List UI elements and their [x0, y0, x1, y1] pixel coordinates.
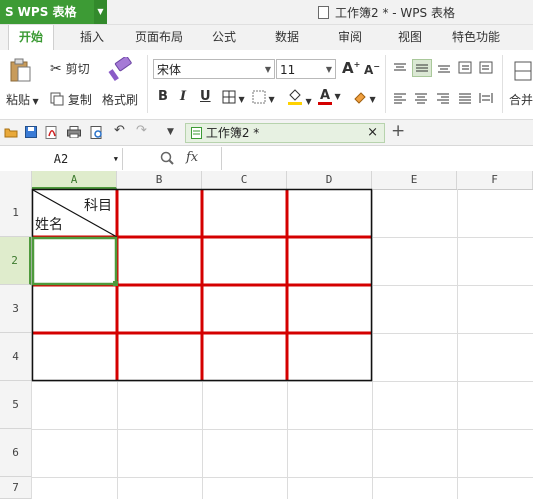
bordered-table	[31, 188, 373, 382]
active-cell-a2[interactable]	[31, 236, 118, 286]
cell-a1-name: 姓名	[35, 217, 63, 233]
fill-handle[interactable]	[113, 281, 118, 286]
cell-a1-subject: 科目	[84, 198, 112, 214]
